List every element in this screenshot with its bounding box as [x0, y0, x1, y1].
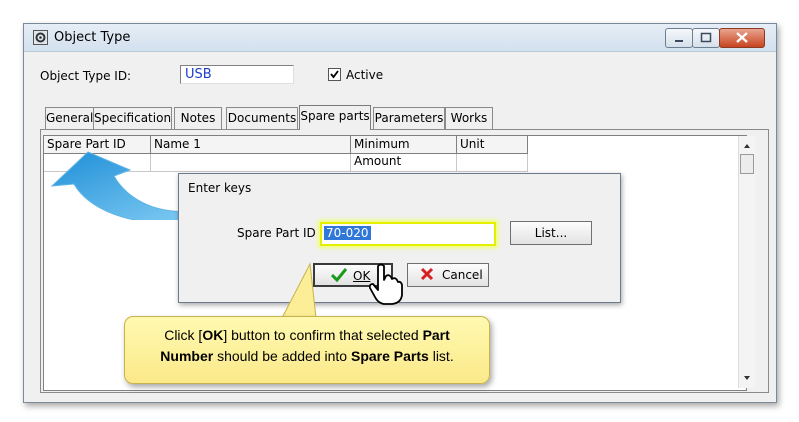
grid-cell[interactable] [457, 154, 528, 172]
tab-documents[interactable]: Documents [226, 107, 298, 129]
grid-cell[interactable] [351, 154, 457, 172]
list-button[interactable]: List... [510, 221, 592, 245]
close-button[interactable] [719, 28, 765, 48]
minimize-icon [675, 40, 683, 42]
tab-spare-parts[interactable]: Spare parts [299, 105, 371, 130]
active-label: Active [346, 68, 384, 82]
callout-text: Click [ [164, 327, 203, 343]
callout-ok-emphasis: OK [202, 327, 224, 343]
close-icon [736, 32, 748, 43]
dialog-title: Enter keys [188, 181, 252, 195]
callout-pointer [281, 262, 317, 319]
tab-general[interactable]: General [45, 107, 94, 129]
scroll-down-icon[interactable] [739, 370, 755, 386]
object-type-id-input[interactable]: USB [180, 65, 294, 84]
app-gear-icon [33, 30, 48, 45]
active-checkbox[interactable] [328, 68, 341, 81]
hand-cursor-icon [368, 263, 403, 305]
object-type-id-label: Object Type ID: [40, 69, 132, 83]
checkmark-icon [330, 70, 339, 79]
callout-text: list. [428, 348, 454, 364]
maximize-icon [700, 32, 712, 43]
column-header-unit[interactable]: Unit [457, 136, 528, 154]
window-title: Object Type [54, 30, 131, 45]
tab-specification[interactable]: Specification [93, 107, 172, 129]
column-header-minimum-amount[interactable]: Minimum Amount [351, 136, 457, 168]
scroll-thumb[interactable] [740, 154, 754, 174]
cancel-button-label: Cancel [442, 268, 483, 282]
spare-part-id-input[interactable]: 70-020 [320, 222, 496, 246]
spare-part-id-label: Spare Part ID [237, 226, 316, 240]
cancel-x-icon [420, 267, 434, 281]
scroll-up-icon[interactable] [739, 138, 755, 154]
maximize-button[interactable] [692, 28, 720, 48]
instruction-callout: Click [OK] button to confirm that select… [124, 316, 490, 384]
tab-parameters[interactable]: Parameters [373, 107, 445, 129]
tab-works[interactable]: Works [445, 107, 493, 129]
checkmark-icon [331, 268, 347, 282]
cancel-button[interactable]: Cancel [407, 263, 489, 287]
title-bar[interactable]: Object Type [24, 24, 776, 52]
spare-part-id-value: 70-020 [324, 226, 371, 240]
callout-spare-parts-emphasis: Spare Parts [350, 348, 429, 364]
callout-text: should be added into [213, 348, 351, 364]
minimize-button[interactable] [665, 28, 693, 48]
tab-notes[interactable]: Notes [174, 107, 222, 129]
grid-vertical-scrollbar[interactable] [738, 136, 755, 388]
callout-text: ] button to confirm that selected [223, 327, 423, 343]
